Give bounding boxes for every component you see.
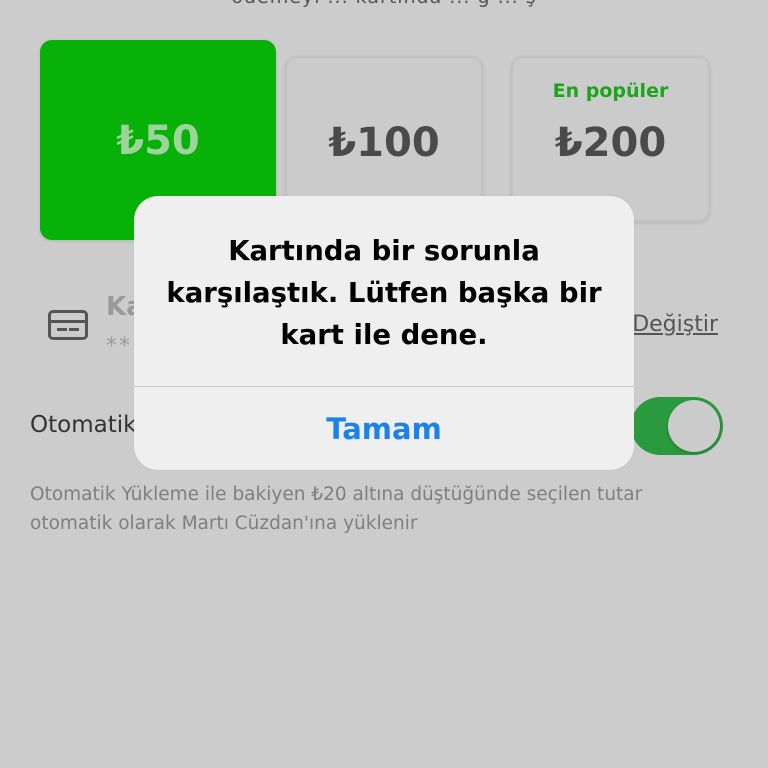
alert-message: Kartında bir sorunla karşılaştık. Lütfen… <box>166 235 602 351</box>
auto-load-toggle[interactable] <box>631 397 723 455</box>
popular-badge: En popüler <box>552 80 669 102</box>
credit-card-icon <box>48 310 88 340</box>
auto-load-label: Otomatik <box>30 412 137 438</box>
amount-label: ₺50 <box>116 118 200 164</box>
amount-label: ₺200 <box>554 120 667 166</box>
amount-label: ₺100 <box>328 120 440 166</box>
change-card-link[interactable]: Değiştir <box>632 312 718 337</box>
wallet-topup-screen: ödemeyi ... kartında ... ğ ... ş ₺50 ₺10… <box>0 0 768 768</box>
toggle-knob <box>668 400 720 452</box>
card-number: ** <box>106 334 132 359</box>
auto-load-description: Otomatik Yükleme ile bakiyen ₺20 altına … <box>30 484 643 534</box>
header-cutoff-text: ödemeyi ... kartında ... ğ ... ş <box>0 0 768 10</box>
error-alert-dialog: Kartında bir sorunla karşılaştık. Lütfen… <box>134 196 634 470</box>
alert-ok-button[interactable]: Tamam <box>134 387 634 470</box>
